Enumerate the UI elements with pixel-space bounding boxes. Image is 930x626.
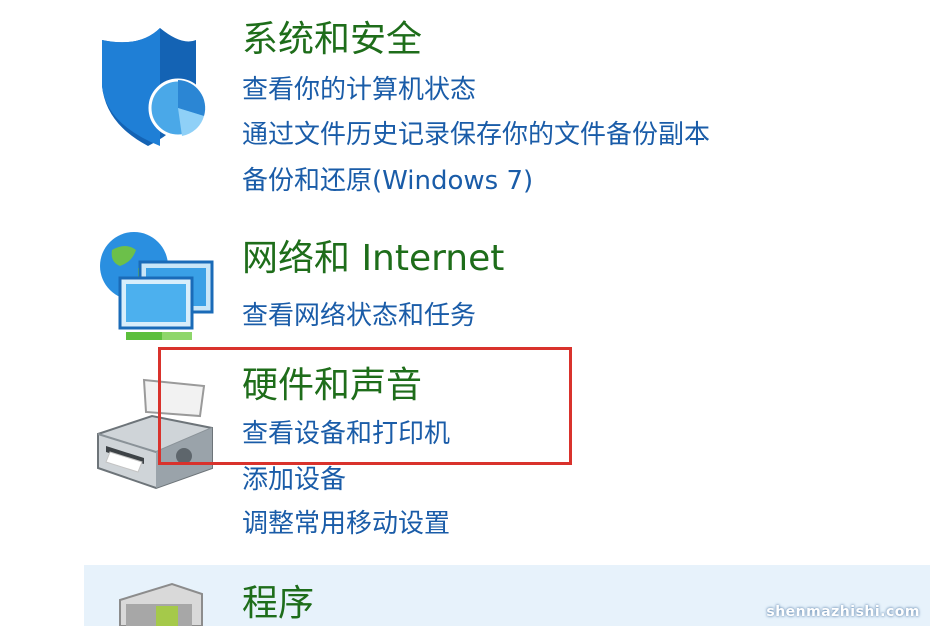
category-title-system-security[interactable]: 系统和安全 bbox=[242, 20, 422, 60]
link-file-history-backup[interactable]: 通过文件历史记录保存你的文件备份副本 bbox=[242, 119, 710, 151]
link-view-network-status[interactable]: 查看网络状态和任务 bbox=[242, 300, 476, 332]
link-backup-restore-win7[interactable]: 备份和还原(Windows 7) bbox=[242, 165, 533, 197]
network-globe-icon bbox=[100, 232, 214, 340]
link-view-devices-printers[interactable]: 查看设备和打印机 bbox=[242, 418, 450, 450]
shield-icon bbox=[102, 28, 208, 146]
category-title-programs[interactable]: 程序 bbox=[242, 584, 314, 624]
printer-icon bbox=[97, 378, 213, 490]
category-title-hardware-sound[interactable]: 硬件和声音 bbox=[242, 366, 422, 406]
link-add-device[interactable]: 添加设备 bbox=[242, 464, 346, 496]
category-title-network-internet[interactable]: 网络和 Internet bbox=[242, 239, 504, 279]
link-adjust-mobility-settings[interactable]: 调整常用移动设置 bbox=[242, 508, 450, 540]
watermark: shenmazhishi.com bbox=[766, 604, 920, 620]
programs-icon bbox=[119, 582, 203, 626]
link-view-computer-status[interactable]: 查看你的计算机状态 bbox=[242, 74, 476, 106]
